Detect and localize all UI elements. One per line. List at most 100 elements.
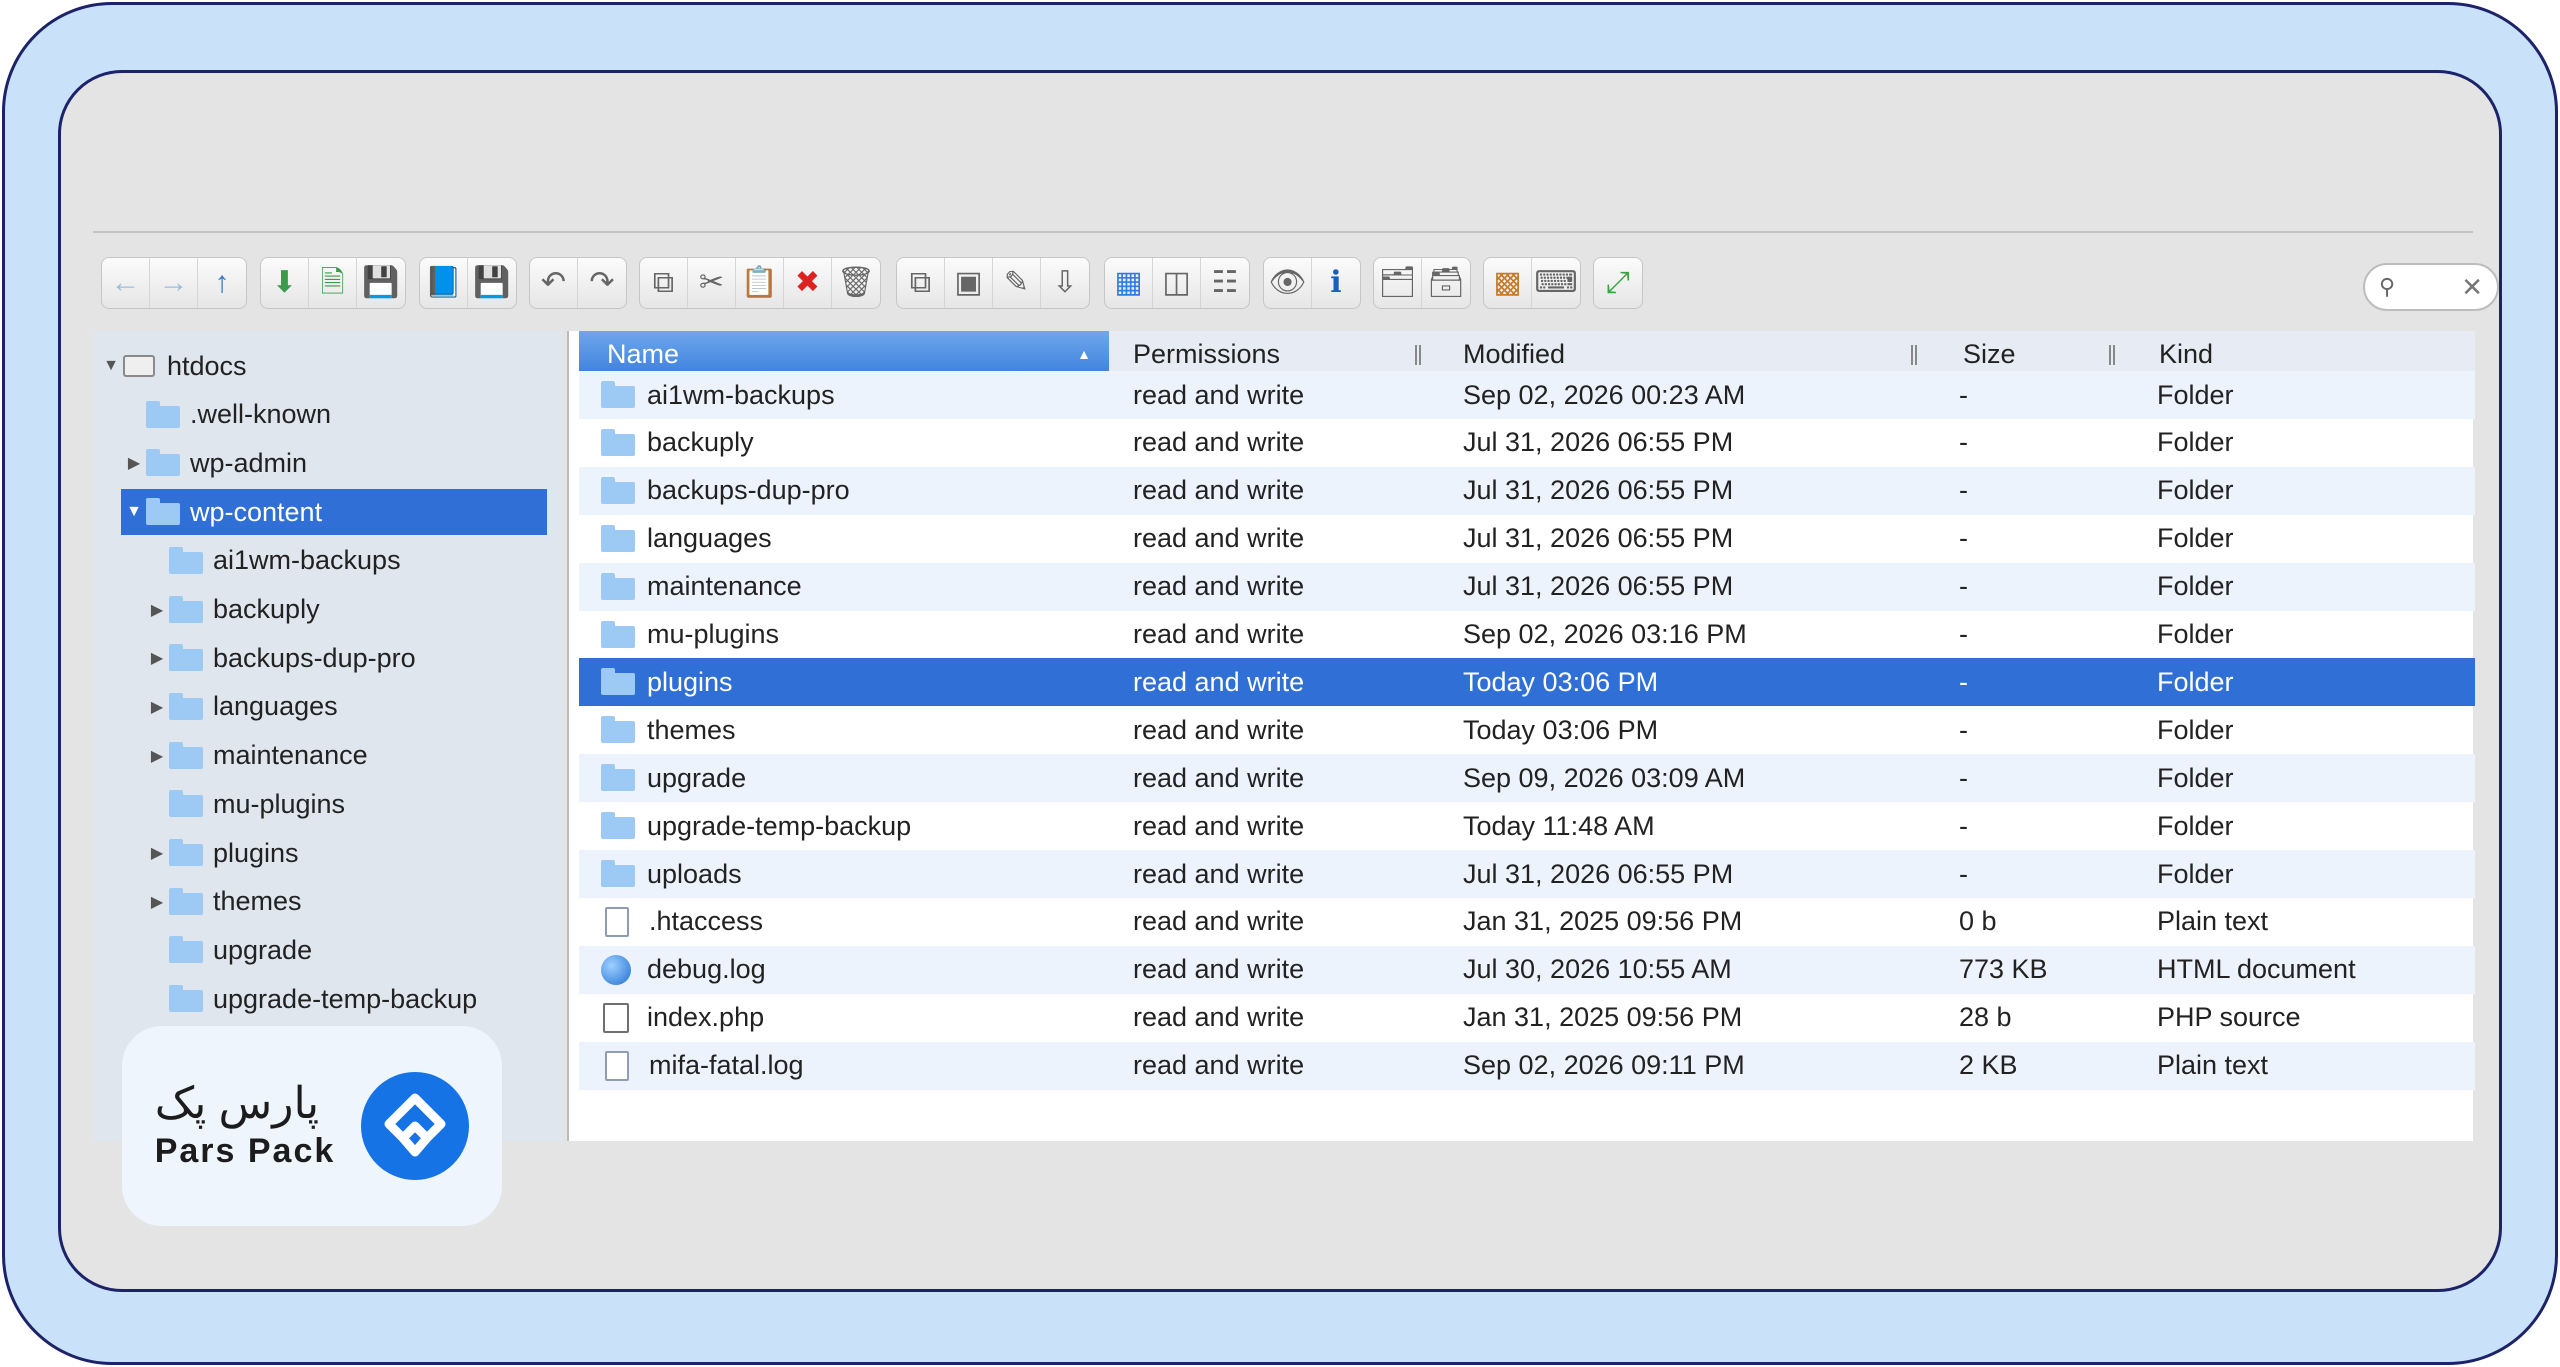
tree-item-mu-plugins[interactable]: mu-plugins bbox=[93, 781, 553, 827]
info-button[interactable]: ℹ bbox=[1312, 258, 1360, 308]
file-kind: Plain text bbox=[2157, 906, 2269, 937]
tree-item-upgrade-temp-backup[interactable]: upgrade-temp-backup bbox=[93, 976, 553, 1022]
folder-icon bbox=[601, 572, 635, 600]
cut-button[interactable]: ✂ bbox=[688, 258, 736, 308]
caret-right-icon[interactable]: ▶ bbox=[145, 843, 169, 863]
extract-button[interactable]: ⇩ bbox=[1041, 258, 1089, 308]
duplicate-button[interactable]: ⧉ bbox=[897, 258, 945, 308]
tree-item-themes[interactable]: ▶ themes bbox=[93, 879, 553, 925]
select-button[interactable]: ▣ bbox=[945, 258, 993, 308]
list-view-icon: ☷ bbox=[1211, 266, 1239, 299]
toolbar-group: ← → ↑ bbox=[101, 257, 247, 309]
file-row[interactable]: mifa-fatal.log read and write Sep 02, 2026… bbox=[579, 1041, 2475, 1090]
file-row[interactable]: mu-plugins read and write Sep 02, 2026 03:… bbox=[579, 611, 2475, 659]
tree-item-languages[interactable]: ▶ languages bbox=[93, 684, 553, 730]
tree-item-wp-content[interactable]: ▼ wp-content bbox=[121, 489, 547, 536]
edit-button[interactable]: ✎ bbox=[993, 258, 1041, 308]
redo-button[interactable]: ↷ bbox=[578, 258, 626, 308]
file-row[interactable]: backuply read and write Jul 31, 2026 06:55… bbox=[579, 419, 2475, 467]
caret-right-icon[interactable]: ▶ bbox=[122, 453, 146, 473]
file-modified: Jul 31, 2026 06:55 PM bbox=[1463, 427, 1734, 458]
file-size: - bbox=[1959, 762, 1968, 793]
copy-button[interactable]: ⧉ bbox=[640, 258, 688, 308]
logo-text-fa: پارس پک bbox=[154, 1078, 320, 1128]
column-resize-handle[interactable] bbox=[2109, 345, 2115, 365]
file-name: maintenance bbox=[647, 571, 802, 602]
file-row[interactable]: upgrade read and write Sep 09, 2026 03:09 … bbox=[579, 754, 2475, 803]
file-row[interactable]: plugins read and write Today 03:06 PM - Fold… bbox=[579, 658, 2475, 707]
file-permissions: read and write bbox=[1133, 762, 1305, 793]
folder-icon bbox=[601, 860, 635, 887]
file-kind: Folder bbox=[2157, 666, 2234, 697]
file-row[interactable]: languages read and write Jul 31, 2026 06:5… bbox=[579, 515, 2475, 563]
rename-button[interactable]: ⌨ bbox=[1532, 258, 1580, 308]
column-resize-handle[interactable] bbox=[1911, 345, 1917, 365]
apps-grid-button[interactable]: ▩ bbox=[1484, 258, 1532, 308]
file-row[interactable]: maintenance read and write Jul 31, 2026 06… bbox=[579, 562, 2475, 611]
tree-item-upgrade[interactable]: upgrade bbox=[93, 927, 553, 973]
text-file-icon bbox=[605, 1050, 629, 1081]
undo-button[interactable]: ↶ bbox=[530, 258, 578, 308]
folder-icon bbox=[169, 546, 203, 574]
icons-view-button[interactable]: ◫ bbox=[1153, 258, 1201, 308]
file-modified: Sep 09, 2026 03:09 AM bbox=[1463, 762, 1746, 793]
rename-icon: ⌨ bbox=[1534, 266, 1578, 299]
file-name: uploads bbox=[647, 858, 742, 889]
delete-button[interactable]: ✖ bbox=[784, 258, 832, 308]
file-row[interactable]: upgrade-temp-backup read and write Today 1… bbox=[579, 802, 2475, 850]
file-kind: Folder bbox=[2157, 810, 2234, 841]
arrow-right-button[interactable]: → bbox=[150, 258, 198, 308]
parspack-logo: پارس پک Pars Pack bbox=[122, 1026, 502, 1226]
file-row[interactable]: debug.log read and write Jul 30, 2026 10:5… bbox=[579, 945, 2475, 994]
tree-item-htdocs[interactable]: ▼ htdocs bbox=[93, 343, 553, 389]
caret-right-icon[interactable]: ▶ bbox=[145, 892, 169, 912]
caret-down-icon[interactable]: ▼ bbox=[122, 503, 146, 521]
file-row[interactable]: ai1wm-backups read and write Sep 02, 2026 … bbox=[579, 371, 2475, 419]
caret-right-icon[interactable]: ▶ bbox=[145, 746, 169, 766]
download-button[interactable]: ⬇ bbox=[261, 258, 309, 308]
caret-down-icon[interactable]: ▼ bbox=[99, 357, 123, 375]
tree-item-ai1wm-backups[interactable]: ai1wm-backups bbox=[93, 538, 553, 584]
file-row[interactable]: backups-dup-pro read and write Jul 31, 202… bbox=[579, 466, 2475, 515]
preview-eye-button[interactable]: 👁 bbox=[1264, 258, 1312, 308]
file-name: backuply bbox=[647, 427, 754, 458]
floppy-button[interactable]: 💾 bbox=[468, 258, 516, 308]
clear-search-icon[interactable]: ✕ bbox=[2461, 272, 2483, 303]
new-file-button[interactable]: 🗎 bbox=[309, 258, 357, 308]
tree-item-backuply[interactable]: ▶ backuply bbox=[93, 587, 553, 633]
unarchive-button[interactable]: 🗃 bbox=[1422, 258, 1470, 308]
tree-item-maintenance[interactable]: ▶ maintenance bbox=[93, 733, 553, 779]
file-kind: Folder bbox=[2157, 762, 2234, 793]
list-view-button[interactable]: ☷ bbox=[1201, 258, 1249, 308]
file-row[interactable]: index.php read and write Jan 31, 2025 09:5… bbox=[579, 994, 2475, 1042]
file-row[interactable]: themes read and write Today 03:06 PM - Folde… bbox=[579, 706, 2475, 754]
caret-right-icon[interactable]: ▶ bbox=[145, 697, 169, 717]
file-modified: Jan 31, 2025 09:56 PM bbox=[1463, 1002, 1743, 1033]
caret-right-icon[interactable]: ▶ bbox=[145, 600, 169, 620]
caret-right-icon[interactable]: ▶ bbox=[145, 648, 169, 668]
arrow-left-button[interactable]: ← bbox=[102, 258, 150, 308]
file-kind: Folder bbox=[2157, 858, 2234, 889]
file-modified: Sep 02, 2026 03:16 PM bbox=[1463, 619, 1747, 649]
book-button[interactable]: 📘 bbox=[420, 258, 468, 308]
tree-item-backups-dup-pro[interactable]: ▶ backups-dup-pro bbox=[93, 635, 553, 681]
search-box[interactable]: ⚲ ✕ bbox=[2363, 263, 2499, 311]
download-icon: ⬇ bbox=[271, 266, 298, 299]
tree-item-wp-admin[interactable]: ▶ wp-admin bbox=[93, 440, 553, 486]
arrow-up-button[interactable]: ↑ bbox=[198, 258, 246, 308]
grid-view-button[interactable]: ▦ bbox=[1105, 258, 1153, 308]
file-row[interactable]: .htaccess read and write Jan 31, 2025 09:5… bbox=[579, 898, 2475, 946]
folder-icon bbox=[169, 985, 203, 1013]
trash-button[interactable]: 🗑 bbox=[832, 258, 880, 308]
folder-icon bbox=[169, 644, 203, 672]
file-row[interactable]: uploads read and write Jul 31, 2026 06:55 … bbox=[579, 850, 2475, 898]
fullscreen-button[interactable]: ⤢ bbox=[1594, 258, 1642, 308]
paste-button[interactable]: 📋 bbox=[736, 258, 784, 308]
paste-icon: 📋 bbox=[740, 266, 779, 299]
file-kind: Folder bbox=[2157, 714, 2234, 745]
tree-item-well-known[interactable]: .well-known bbox=[93, 392, 553, 438]
archive-button[interactable]: 🗂 bbox=[1374, 258, 1422, 308]
tree-item-plugins[interactable]: ▶ plugins bbox=[93, 830, 553, 876]
save-button[interactable]: 💾 bbox=[357, 258, 405, 308]
column-resize-handle[interactable] bbox=[1415, 345, 1421, 365]
